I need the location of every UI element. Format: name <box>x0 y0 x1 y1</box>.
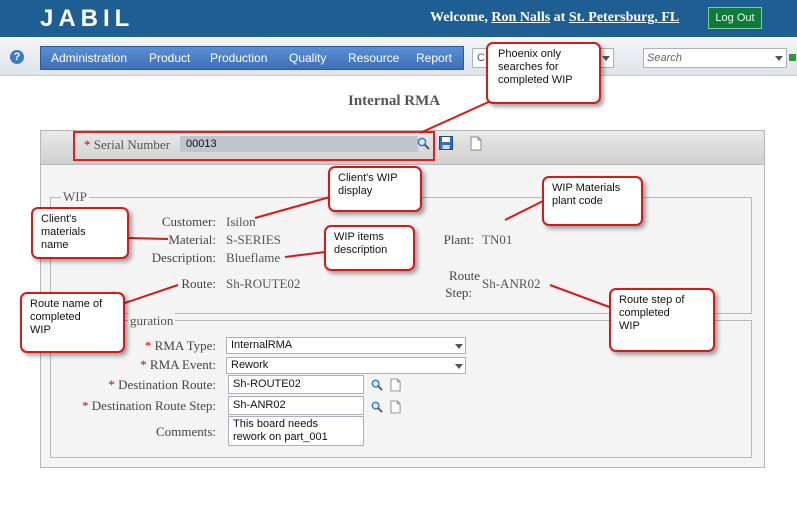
callout-route-name: Route name of completed WIP <box>20 292 125 353</box>
callout-wip-materials: WIP Materials plant code <box>542 176 643 226</box>
client-wip-arrow <box>254 196 331 219</box>
callout-phoenix: Phoenix only searches for completed WIP <box>486 42 601 104</box>
callout-route-step: Route step of completed WIP <box>609 288 715 352</box>
callout-wip-items: WIP items description <box>324 225 415 271</box>
wip-items-arrow <box>284 251 326 258</box>
callout-client-materials: Client's materials name <box>31 207 129 259</box>
wip-materials-arrow <box>504 199 546 221</box>
route-step-arrow <box>549 284 613 309</box>
phoenix-arrow <box>419 99 494 134</box>
client-materials-arrow <box>127 237 169 240</box>
callout-client-wip: Client's WIP display <box>328 166 422 212</box>
